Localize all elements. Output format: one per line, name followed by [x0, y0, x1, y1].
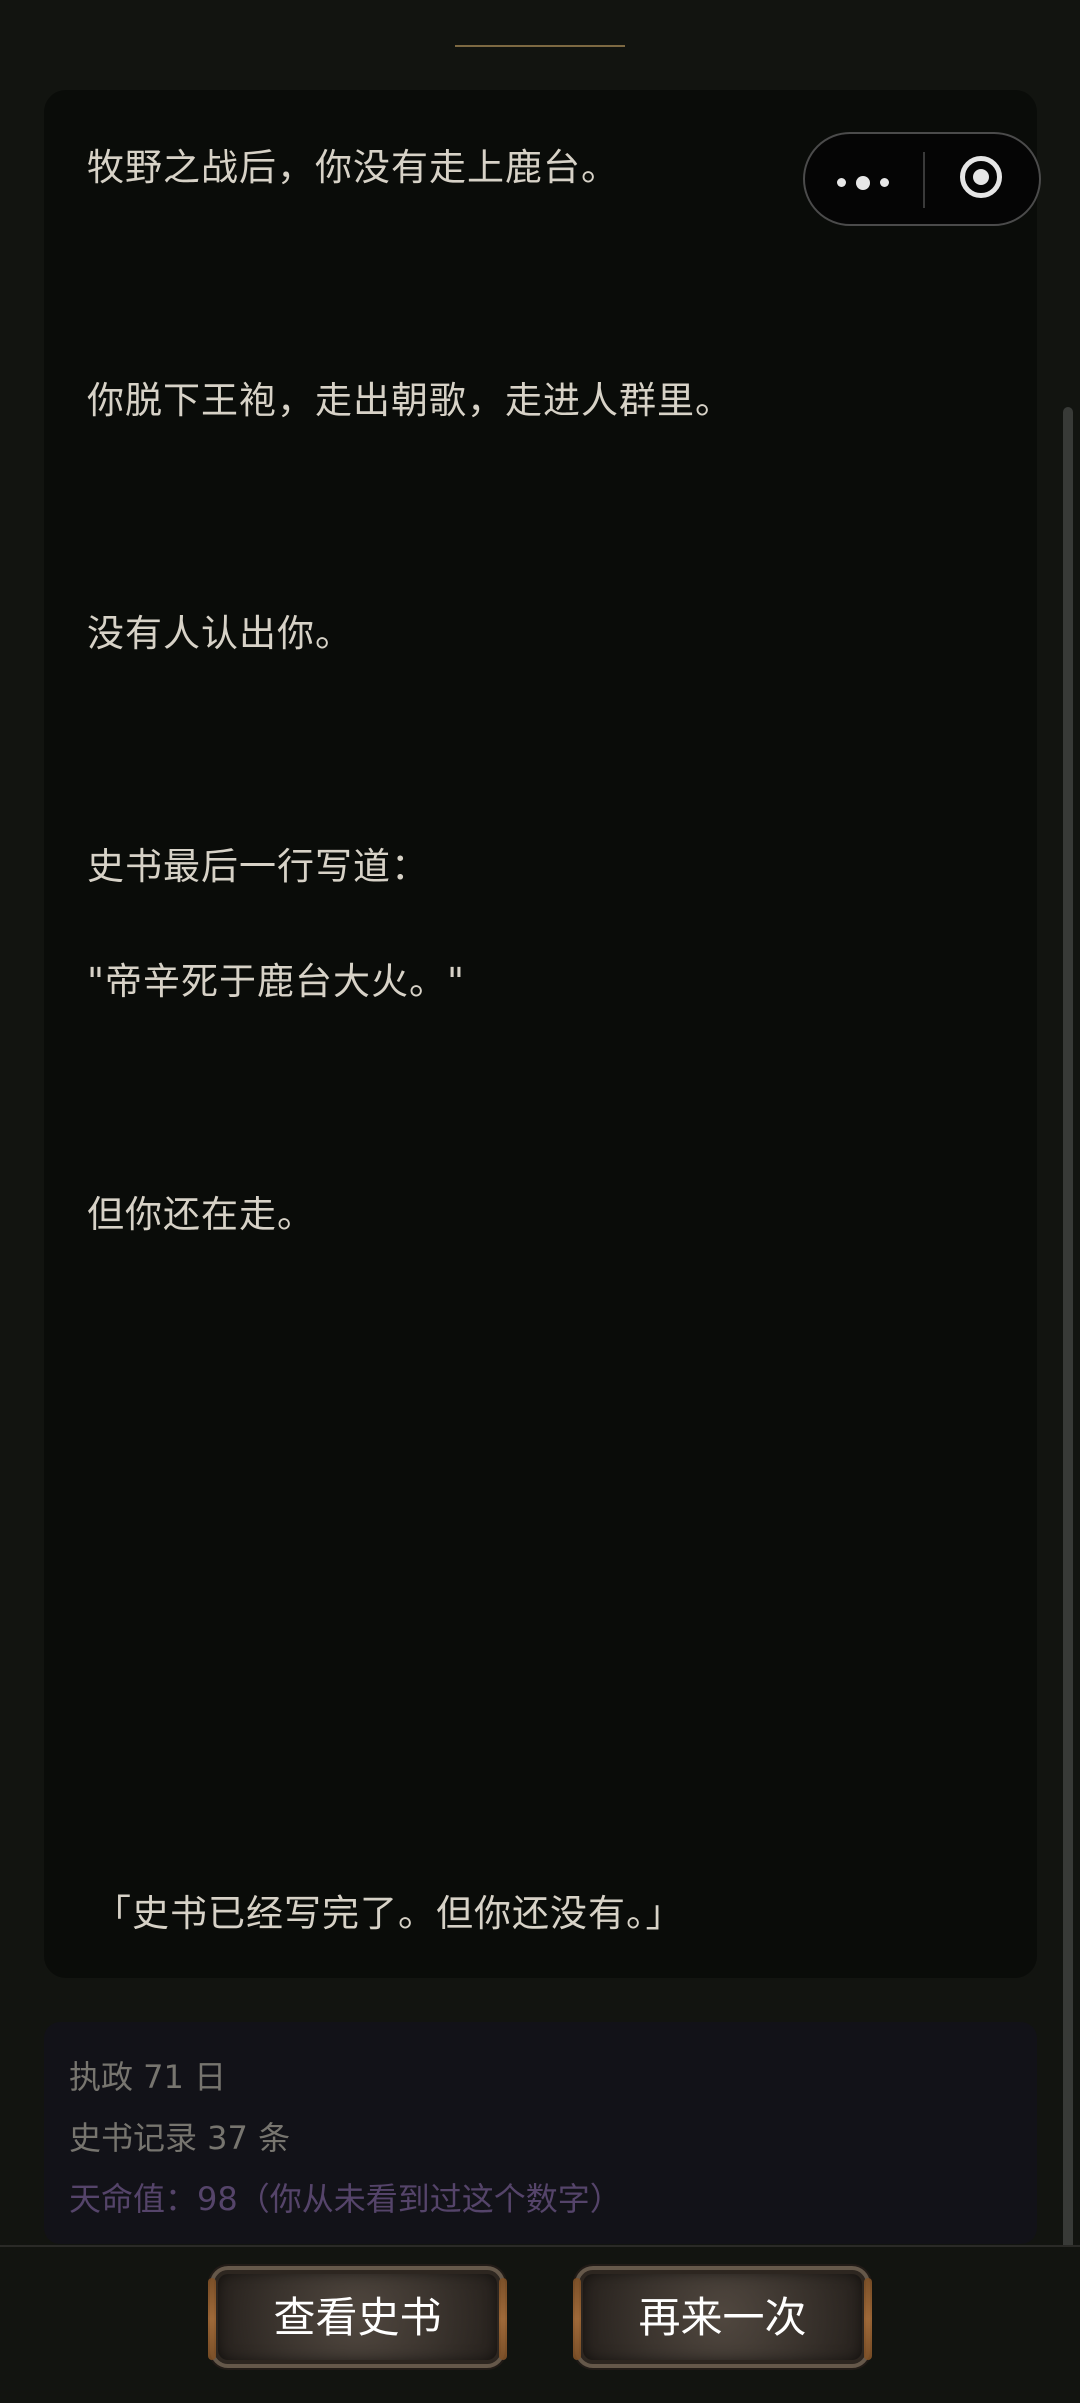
more-icon[interactable] — [837, 176, 897, 190]
story-line: 牧野之战后，你没有走上鹿台。 — [87, 146, 619, 189]
story-line: 史书最后一行写道： — [87, 845, 429, 888]
close-icon[interactable] — [960, 156, 1002, 198]
story-line: 你脱下王袍，走出朝歌，走进人群里。 — [87, 379, 733, 422]
ending-quote: 「史书已经写完了。但你还没有。」 — [94, 1892, 684, 1935]
view-history-button[interactable]: 查看史书 — [208, 2266, 507, 2368]
mini-program-capsule — [803, 132, 1041, 226]
bottom-action-bar — [0, 2245, 1080, 2403]
more-dot — [880, 178, 889, 187]
story-line: 没有人认出你。 — [87, 612, 353, 655]
more-dot — [856, 176, 870, 190]
retry-button[interactable]: 再来一次 — [573, 2266, 872, 2368]
ending-screen: 牧野之战后，你没有走上鹿台。 你脱下王袍，走出朝歌，走进人群里。 没有人认出你。… — [0, 0, 1080, 2403]
story-panel[interactable]: 牧野之战后，你没有走上鹿台。 你脱下王袍，走出朝歌，走进人群里。 没有人认出你。… — [44, 90, 1037, 1978]
story-line: "帝辛死于鹿台大火。" — [87, 960, 466, 1003]
stats-panel: 执政 71 日 史书记录 37 条 天命值：98（你从未看到过这个数字） — [44, 2022, 1037, 2244]
story-line: 但你还在走。 — [87, 1193, 315, 1236]
fate-value: 天命值：98（你从未看到过这个数字） — [69, 2180, 622, 2218]
more-dot — [837, 178, 846, 187]
scrollbar[interactable] — [1063, 407, 1073, 2252]
capsule-divider — [923, 152, 925, 208]
top-divider — [455, 45, 625, 47]
rule-days: 执政 71 日 — [69, 2058, 227, 2096]
history-records-count: 史书记录 37 条 — [69, 2119, 291, 2157]
